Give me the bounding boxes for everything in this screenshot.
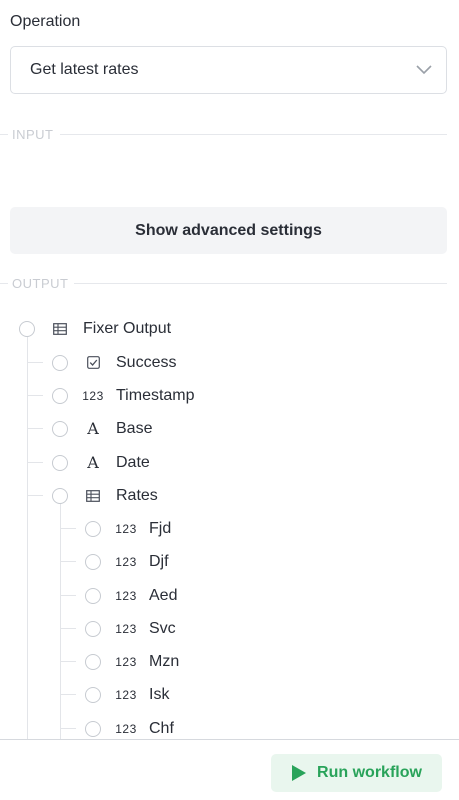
tree-node-label: Fjd	[149, 519, 172, 537]
play-icon	[292, 765, 307, 781]
tree-node-rate-isk[interactable]: 123 Isk	[85, 678, 169, 711]
select-radio[interactable]	[85, 520, 101, 537]
operation-selected-value: Get latest rates	[30, 61, 139, 78]
select-radio[interactable]	[85, 553, 101, 570]
operation-label: Operation	[10, 13, 81, 30]
operation-select[interactable]: Get latest rates	[10, 46, 447, 94]
select-radio[interactable]	[52, 354, 68, 371]
tree-node-label: Aed	[149, 586, 178, 604]
select-radio[interactable]	[85, 653, 101, 670]
select-radio[interactable]	[85, 720, 101, 737]
chevron-down-icon	[416, 65, 432, 75]
checkbox-icon	[82, 356, 104, 369]
tree-node-label: Timestamp	[116, 386, 195, 404]
tree-node-label: Date	[116, 453, 150, 471]
select-radio[interactable]	[85, 587, 101, 604]
number-type-icon: 123	[115, 621, 137, 636]
output-tree: Fixer Output Success 123 Timestamp A Bas…	[0, 310, 459, 739]
tree-node-timestamp[interactable]: 123 Timestamp	[52, 379, 195, 412]
tree-node-rate-chf[interactable]: 123 Chf	[85, 712, 174, 739]
tree-node-label: Rates	[116, 486, 158, 504]
number-type-icon: 123	[82, 388, 104, 403]
tree-node-base[interactable]: A Base	[52, 412, 152, 445]
input-section-header: INPUT	[0, 126, 447, 142]
tree-node-label: Djf	[149, 552, 169, 570]
run-workflow-button[interactable]: Run workflow	[271, 754, 442, 792]
show-advanced-settings-button[interactable]: Show advanced settings	[10, 207, 447, 254]
output-section-title: OUTPUT	[12, 275, 69, 291]
select-radio[interactable]	[52, 420, 68, 437]
table-icon	[49, 322, 71, 335]
tree-node-label: Mzn	[149, 652, 180, 670]
select-radio[interactable]	[19, 320, 35, 337]
output-section-header: OUTPUT	[0, 275, 447, 291]
tree-node-label: Isk	[149, 685, 170, 703]
number-type-icon: 123	[115, 687, 137, 702]
number-type-icon: 123	[115, 588, 137, 603]
select-radio[interactable]	[52, 454, 68, 471]
tree-node-label: Fixer Output	[83, 319, 172, 337]
select-radio[interactable]	[52, 387, 68, 404]
tree-node-label: Success	[116, 353, 177, 371]
footer-bar: Run workflow	[0, 739, 459, 800]
number-type-icon: 123	[115, 554, 137, 569]
select-radio[interactable]	[52, 487, 68, 504]
select-radio[interactable]	[85, 620, 101, 637]
tree-node-label: Chf	[149, 719, 174, 737]
number-type-icon: 123	[115, 654, 137, 669]
number-type-icon: 123	[115, 721, 137, 736]
tree-node-success[interactable]: Success	[52, 346, 176, 379]
text-type-icon: A	[87, 419, 99, 438]
text-type-icon: A	[87, 453, 99, 472]
run-workflow-label: Run workflow	[317, 764, 422, 781]
input-section-title: INPUT	[12, 126, 54, 142]
table-icon	[82, 489, 104, 502]
tree-node-rate-fjd[interactable]: 123 Fjd	[85, 512, 171, 545]
number-type-icon: 123	[115, 521, 137, 536]
tree-node-rate-djf[interactable]: 123 Djf	[85, 545, 169, 578]
tree-node-rates[interactable]: Rates	[52, 479, 158, 512]
tree-node-fixer-output[interactable]: Fixer Output	[19, 312, 171, 345]
tree-node-label: Base	[116, 419, 153, 437]
tree-node-label: Svc	[149, 619, 176, 637]
tree-node-rate-aed[interactable]: 123 Aed	[85, 579, 177, 612]
select-radio[interactable]	[85, 686, 101, 703]
tree-node-rate-svc[interactable]: 123 Svc	[85, 612, 176, 645]
tree-node-date[interactable]: A Date	[52, 446, 150, 479]
tree-node-rate-mzn[interactable]: 123 Mzn	[85, 645, 179, 678]
